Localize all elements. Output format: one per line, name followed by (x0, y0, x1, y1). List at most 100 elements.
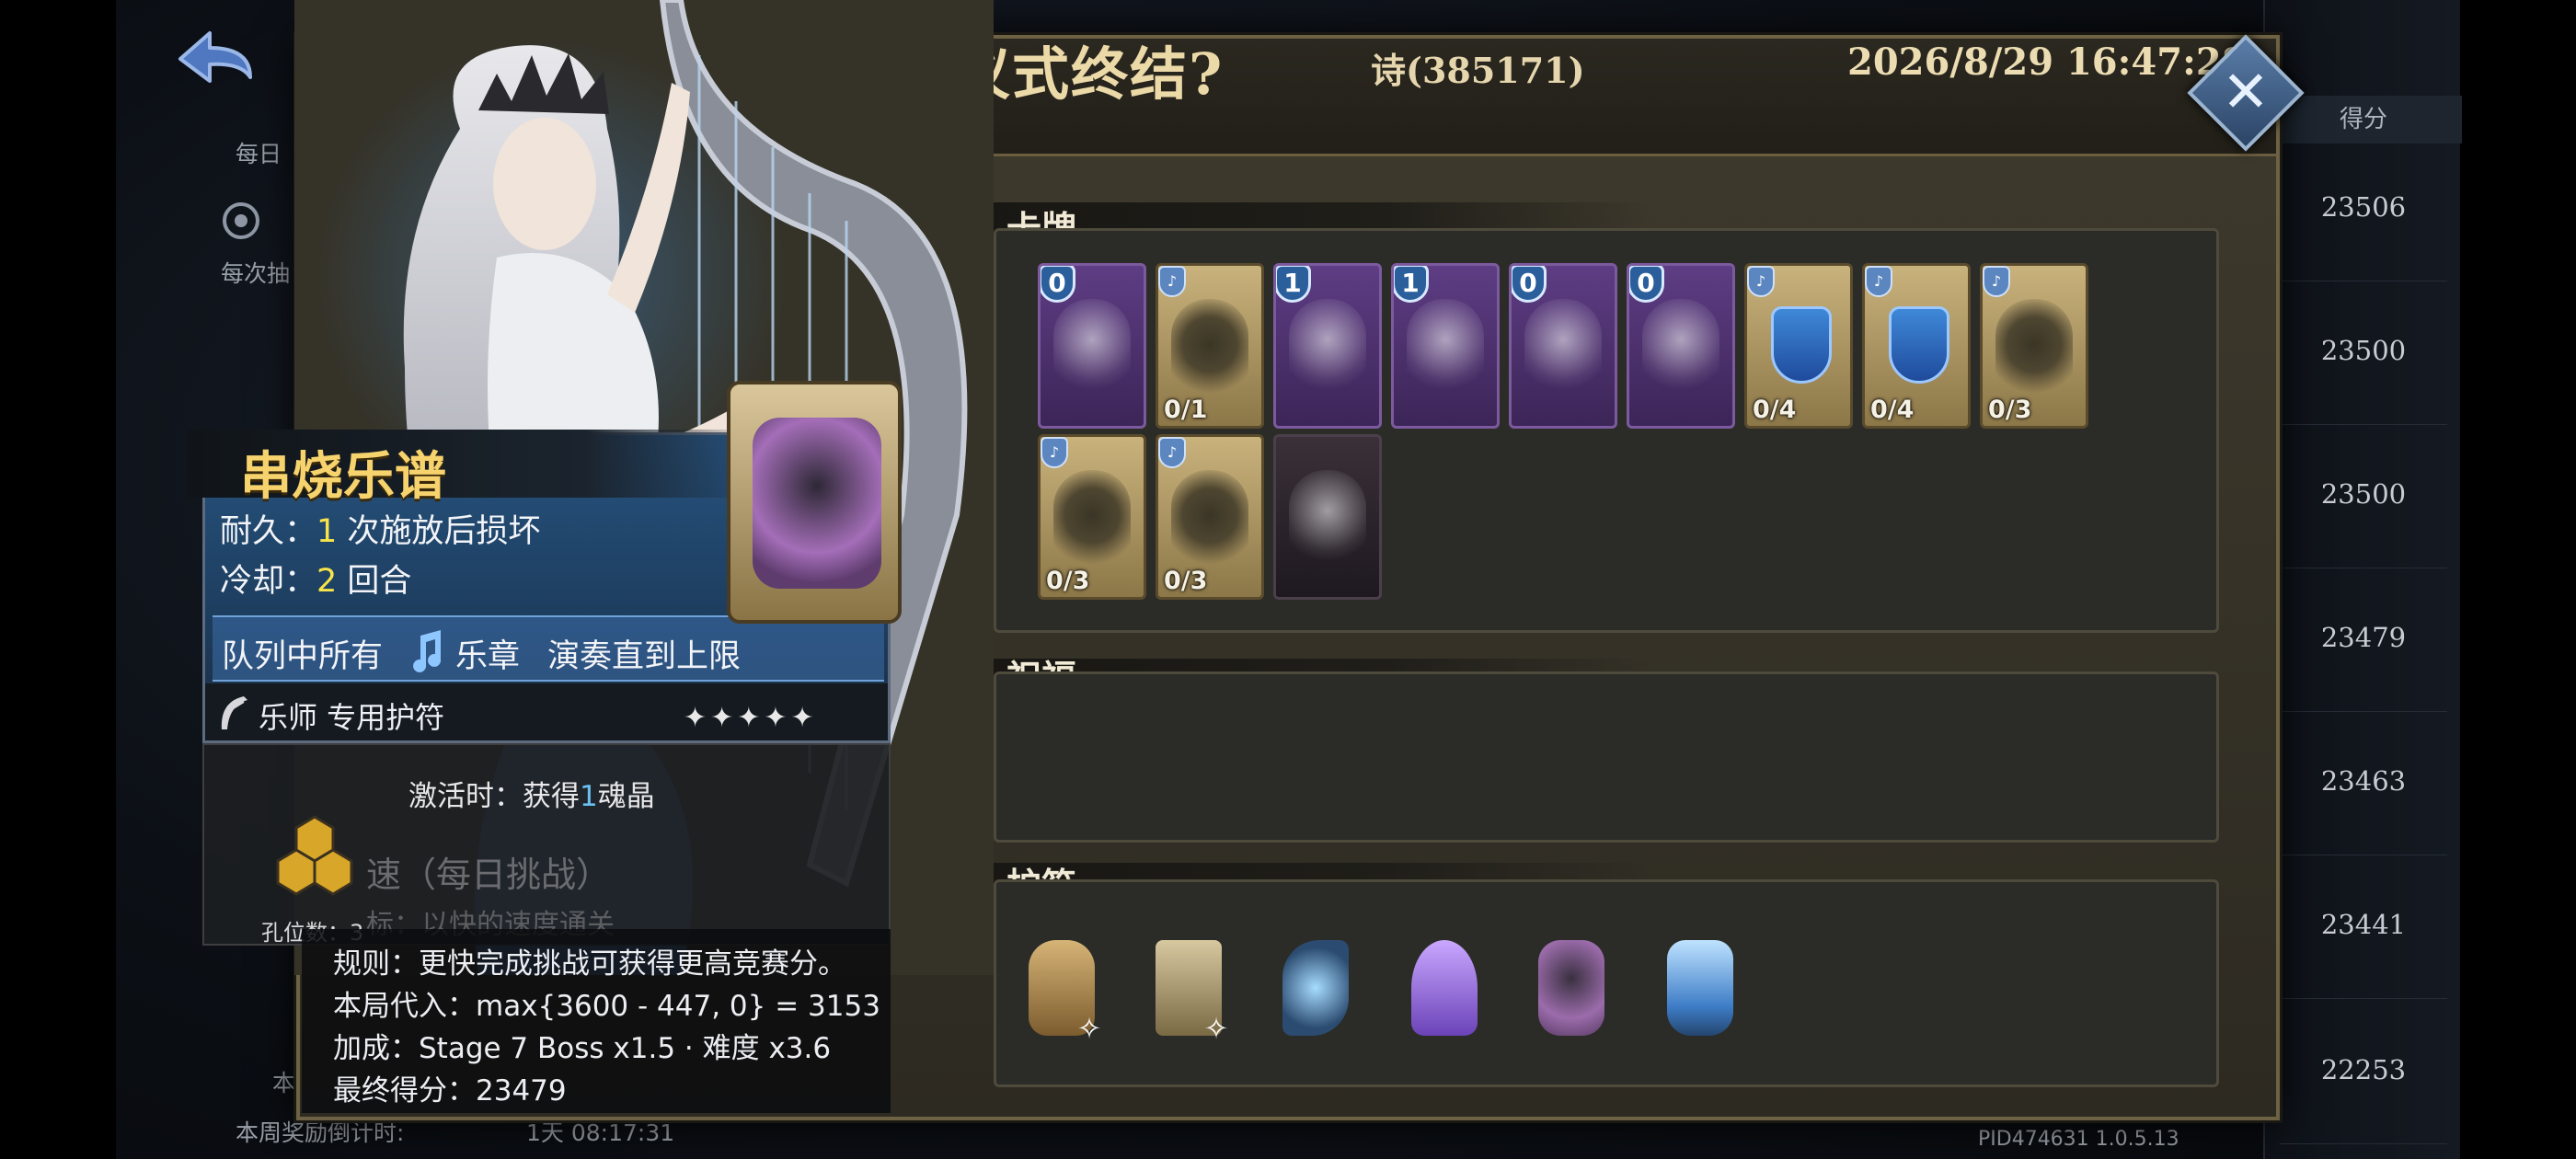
card-uses-label: 0/4 (1870, 396, 1915, 424)
deck-card[interactable]: 1 (1273, 263, 1382, 429)
card-art (1053, 299, 1131, 400)
rarity-pips: ✦✦✦✦✦ (684, 702, 818, 734)
card-art (1289, 470, 1366, 571)
challenge-rules-panel: 规则：更快完成挑战可获得更高竞赛分。 本局代入：max{3600 - 447, … (302, 929, 891, 1113)
sparkle-icon: ✧ (1203, 1011, 1229, 1046)
card-art (1995, 299, 2073, 400)
card-art (1889, 306, 1949, 384)
score-row: 23506 (2265, 191, 2462, 281)
effect-keyword: 乐章 (455, 638, 521, 675)
deck-card[interactable]: ♪ 0/3 (1980, 263, 2088, 429)
rule-line: 加成：Stage 7 Boss x1.5 · 难度 x3.6 (333, 1032, 832, 1065)
music-note-icon (413, 630, 442, 672)
charm-music-sheet[interactable]: ✧ (1018, 931, 1106, 1046)
deck-card[interactable]: ♪ 0/3 (1038, 434, 1146, 600)
score-row: 23479 (2265, 622, 2462, 712)
cooldown-label: 冷却： (220, 563, 317, 600)
charm-potion-bottle[interactable] (1656, 931, 1744, 1045)
tooltip-footer: 乐师 专用护符 ✦✦✦✦✦ (205, 683, 888, 740)
effect-prefix: 队列中所有 (222, 638, 384, 675)
effect-suffix: 演奏直到上限 (547, 638, 742, 675)
card-uses-label: 0/3 (1046, 567, 1090, 595)
bg-daily-label: 每日 (236, 141, 282, 167)
player-name: 诗(385171) (1371, 50, 1585, 91)
card-uses-label: 0/4 (1753, 396, 1797, 424)
card-cost-badge: 0 (1041, 266, 1075, 303)
score-header: 得分 (2265, 96, 2462, 143)
deck-card[interactable] (1273, 434, 1382, 600)
card-uses-label: 0/3 (1988, 396, 2032, 424)
deck-card[interactable]: 0 (1509, 263, 1617, 429)
deck-card[interactable]: ♪ 0/4 (1744, 263, 1853, 429)
sparkle-icon: ✧ (1076, 1011, 1102, 1046)
bg-gear-icon (223, 202, 259, 239)
durability-label: 耐久： (220, 513, 317, 550)
harp-class-icon (221, 696, 247, 729)
tooltip-title: 串烧乐谱 (240, 446, 446, 507)
tooltip-charm-card (727, 381, 902, 624)
card-art (1289, 299, 1366, 400)
card-art (1642, 299, 1719, 400)
back-arrow-icon[interactable] (162, 24, 263, 98)
letterbox-right (2460, 0, 2576, 1159)
rule-line: 本局代入：max{3600 - 447, 0} = 3153 (333, 990, 880, 1023)
score-row: 22253 (2265, 1054, 2462, 1144)
charm-violet-pendant[interactable] (1400, 931, 1489, 1045)
socket-effect-prefix: 激活时：获得 (408, 780, 580, 813)
class-label: 乐师 专用护符 (259, 700, 445, 735)
card-art (1171, 470, 1248, 571)
soul-crystal-socket-icon (276, 815, 353, 896)
tooltip-durability: 耐久：1 次施放后损坏 (220, 505, 540, 552)
tooltip-cooldown: 冷却：2 回合 (220, 555, 411, 602)
rune-badge-icon: ♪ (1747, 266, 1775, 297)
durability-value: 1 (316, 513, 338, 550)
card-cost-badge: 1 (1394, 266, 1429, 303)
socket-effect-number: 1 (580, 780, 598, 813)
timestamp: 2026/8/29 16:47:28 (1847, 40, 2248, 84)
close-icon[interactable]: ✕ (2211, 55, 2281, 129)
dialog-title: 仪式终结? (953, 40, 1225, 108)
card-art (1171, 299, 1248, 400)
medley-score-icon (753, 418, 881, 589)
rune-badge-icon: ♪ (1865, 266, 1892, 297)
card-art (1771, 306, 1832, 384)
rune-badge-icon: ♪ (1158, 266, 1186, 297)
charm-crystal-harp[interactable] (1271, 931, 1360, 1045)
card-cost-badge: 0 (1629, 266, 1664, 303)
score-row: 23500 (2265, 478, 2462, 568)
bg-week-label: 本 (272, 1070, 296, 1096)
blessings-section (994, 671, 2219, 843)
card-uses-label: 0/1 (1164, 396, 1208, 424)
card-cost-badge: 1 (1276, 266, 1311, 303)
rule-line: 最终得分：23479 (333, 1074, 567, 1107)
card-uses-label: 0/3 (1164, 567, 1208, 595)
deck-card[interactable]: 1 (1391, 263, 1500, 429)
deck-card[interactable]: 0 (1038, 263, 1146, 429)
card-art (1407, 299, 1484, 400)
score-row: 23441 (2265, 909, 2462, 999)
socket-effect-suffix: 魂晶 (597, 780, 655, 813)
card-art (1053, 470, 1131, 571)
score-row: 23463 (2265, 765, 2462, 855)
charm-medley-score[interactable] (1527, 931, 1616, 1045)
rule-line: 规则：更快完成挑战可获得更高竞赛分。 (333, 947, 846, 981)
bg-draw-label: 每次抽 (221, 260, 291, 287)
tooltip-effect: 队列中所有 乐章 演奏直到上限 (213, 615, 884, 682)
rune-badge-icon: ♪ (1158, 437, 1186, 468)
letterbox-left (0, 0, 116, 1159)
deck-card[interactable]: 0 (1627, 263, 1735, 429)
deck-card[interactable]: ♪ 0/1 (1156, 263, 1264, 429)
challenge-title: 速（每日挑战） (366, 855, 612, 895)
deck-card[interactable]: ♪ 0/4 (1862, 263, 1971, 429)
card-art (1524, 299, 1602, 400)
socket-effect-text: 激活时：获得1魂晶 (408, 773, 655, 814)
version-label: PID474631 1.0.5.13 (1978, 1128, 2179, 1151)
charm-mask-book[interactable]: ✧ (1144, 931, 1233, 1046)
cooldown-suffix: 回合 (337, 563, 412, 600)
rune-badge-icon: ♪ (1041, 437, 1068, 468)
cooldown-value: 2 (316, 563, 338, 600)
score-leaderboard: 得分 23506 23500 23500 23479 23463 23441 2… (2263, 0, 2462, 1159)
deck-card[interactable]: ♪ 0/3 (1156, 434, 1264, 600)
socket-panel: 激活时：获得1魂晶 速（每日挑战） 标：以快的速度通关 孔位数：3 (202, 743, 891, 946)
score-row: 23500 (2265, 335, 2462, 425)
